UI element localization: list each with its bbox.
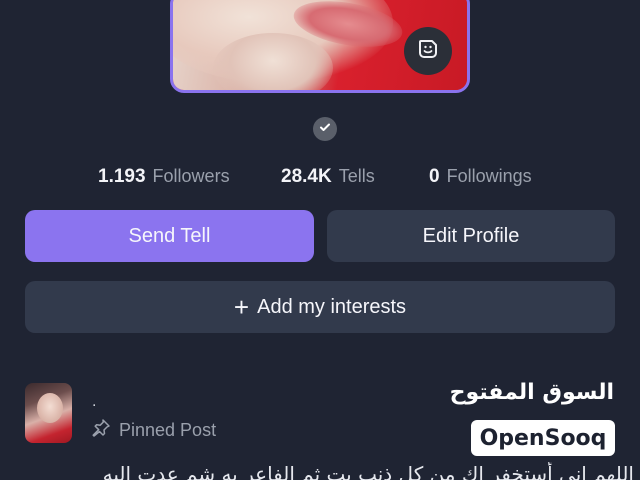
- pin-icon: [91, 418, 111, 443]
- send-tell-label: Send Tell: [128, 224, 211, 247]
- followers-stat[interactable]: 1.193 Followers: [98, 166, 230, 188]
- followings-label: Followings: [446, 166, 532, 186]
- sticker-button[interactable]: [404, 27, 452, 75]
- verified-badge: [313, 117, 337, 141]
- post-author-avatar[interactable]: [25, 383, 72, 443]
- check-badge-icon: [318, 120, 332, 139]
- followers-label: Followers: [152, 166, 230, 186]
- followers-count: 1.193: [98, 166, 146, 187]
- edit-profile-label: Edit Profile: [422, 224, 520, 247]
- opensooq-watermark: السوق المفتوح OpenSooq: [450, 380, 618, 458]
- followings-count: 0: [429, 166, 440, 187]
- pinned-indicator: Pinned Post: [91, 418, 216, 443]
- edit-profile-button[interactable]: Edit Profile: [327, 210, 615, 262]
- add-interests-label: Add my interests: [257, 295, 407, 318]
- post-author-name[interactable]: .: [92, 393, 96, 411]
- followings-stat[interactable]: 0 Followings: [429, 166, 532, 188]
- tells-count: 28.4K: [281, 166, 332, 187]
- send-tell-button[interactable]: Send Tell: [25, 210, 314, 262]
- post-text: اللهم إني أستخفر اك من كل ذنب بت ثم الفا…: [102, 462, 634, 480]
- watermark-arabic: السوق المفتوح: [449, 380, 614, 405]
- tells-stat[interactable]: 28.4K Tells: [281, 166, 375, 188]
- profile-avatar[interactable]: [170, 0, 470, 93]
- add-interests-button[interactable]: + Add my interests: [25, 281, 615, 333]
- avatar-face: [37, 393, 63, 423]
- pinned-label: Pinned Post: [119, 420, 217, 440]
- tells-label: Tells: [338, 166, 375, 186]
- sticker-icon: [416, 37, 440, 66]
- watermark-brand: OpenSooq: [471, 420, 615, 456]
- profile-stats: 1.193 Followers 28.4K Tells 0 Followings: [0, 166, 640, 190]
- plus-icon: +: [233, 292, 250, 322]
